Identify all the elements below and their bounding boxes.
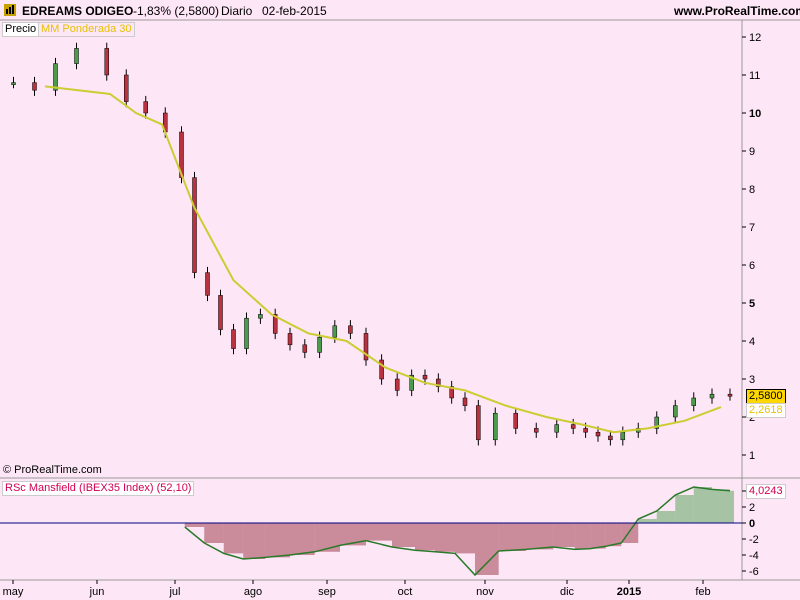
candle-body	[218, 295, 223, 330]
price-y-tick-label: 8	[749, 184, 755, 196]
candle-body	[727, 393, 733, 397]
candle-body	[570, 424, 576, 429]
candle-body	[493, 412, 498, 441]
candle-body	[192, 177, 197, 273]
candle-body	[205, 272, 210, 296]
indicator-bar	[498, 523, 526, 551]
indicator-value-box: 4,0243	[746, 484, 786, 499]
price-y-tick-label: 10	[749, 108, 761, 120]
copyright-text: © ProRealTime.com	[3, 464, 102, 476]
x-month-label: dic	[560, 586, 575, 598]
indicator-bar	[435, 523, 455, 552]
x-month-label: ago	[244, 586, 262, 598]
price-y-tick-label: 7	[749, 222, 755, 234]
indicator-bar	[590, 523, 606, 549]
indicator-y-tick-label: -2	[749, 534, 759, 546]
indicator-bar	[223, 523, 244, 554]
x-month-label: nov	[476, 586, 494, 598]
candle-body	[53, 63, 58, 91]
indicator-y-tick-label: -6	[749, 566, 759, 578]
indicator-bar	[712, 489, 730, 523]
price-y-tick-label: 1	[749, 450, 755, 462]
indicator-y-tick-label: -4	[749, 550, 759, 562]
indicator-bar	[693, 487, 712, 523]
price-y-tick-label: 9	[749, 146, 755, 158]
candle-body	[124, 74, 129, 102]
chart-canvas: 123456789101112 420-2-4-6 mayjunjulagose…	[0, 19, 800, 598]
indicator-y-tick-label: 0	[749, 518, 755, 530]
indicator-bar	[675, 495, 694, 523]
moving-average-line	[44, 85, 722, 434]
candle-body	[422, 374, 428, 380]
indicator-bar	[392, 523, 415, 547]
candle-body	[709, 393, 715, 399]
x-month-label: sep	[318, 586, 336, 598]
candle-body	[348, 325, 353, 334]
indicator-bar	[184, 523, 205, 527]
candle-body	[691, 397, 696, 406]
candle-body	[231, 329, 236, 349]
ma-legend-label: MM Ponderada 30	[38, 22, 135, 37]
candle-body	[11, 82, 16, 85]
x-month-label: jun	[89, 586, 105, 598]
candle-body	[554, 424, 559, 433]
candle-body	[332, 325, 338, 338]
candle-body	[258, 314, 263, 319]
price-y-tick-label: 4	[749, 336, 755, 348]
indicator-bar	[265, 523, 290, 558]
indicator-bar	[638, 519, 657, 523]
candle-body	[244, 317, 249, 349]
x-month-label: 2015	[617, 586, 641, 598]
price-candles	[11, 42, 733, 446]
indicator-bar	[574, 523, 591, 550]
indicator-bar	[605, 523, 622, 547]
candle-body	[534, 428, 539, 433]
candle-body	[462, 397, 468, 406]
price-y-tick-label: 11	[749, 70, 760, 82]
price-y-tick-label: 3	[749, 374, 755, 386]
indicator-bar	[415, 523, 435, 551]
ma-price-box: 2,2618	[746, 403, 786, 418]
indicator-bar	[204, 523, 224, 543]
candle-body	[317, 336, 322, 353]
indicator-legend-label: RSc Mansfield (IBEX35 Index) (52,10)	[2, 481, 195, 496]
candle-body	[394, 378, 400, 391]
candle-body	[595, 431, 601, 437]
candle-body	[32, 82, 37, 91]
x-month-label: may	[3, 586, 24, 598]
indicator-y-axis: 420-2-4-6	[742, 486, 759, 578]
price-y-tick-label: 12	[749, 32, 761, 44]
candle-body	[143, 101, 148, 114]
x-month-label: oct	[398, 586, 413, 598]
x-month-label: jul	[168, 586, 180, 598]
indicator-area	[184, 486, 734, 577]
indicator-bar	[290, 523, 315, 555]
indicator-bar	[656, 511, 676, 523]
indicator-bar	[553, 523, 575, 547]
indicator-bar	[526, 523, 554, 550]
indicator-bar	[243, 523, 266, 559]
indicator-bar	[475, 523, 499, 575]
indicator-bar	[366, 523, 392, 541]
price-y-tick-label: 5	[749, 298, 755, 310]
price-y-tick-label: 6	[749, 260, 755, 272]
candle-body	[583, 428, 588, 433]
candle-body	[74, 48, 79, 64]
candle-body	[620, 431, 626, 441]
candle-body	[673, 405, 678, 418]
x-axis: may jun jul ago sep oct nov dic 2015 feb	[3, 580, 711, 598]
last-price-box: 2,5800	[746, 389, 786, 404]
price-legend-label: Precio	[2, 22, 40, 37]
indicator-bar	[314, 523, 340, 552]
indicator-y-tick-label: 2	[749, 502, 755, 514]
candle-body	[287, 333, 293, 346]
candle-body	[476, 405, 481, 441]
candle-body	[608, 435, 613, 441]
candle-body	[302, 344, 308, 353]
candle-body	[513, 412, 518, 429]
candle-body	[104, 48, 109, 76]
x-month-label: feb	[695, 586, 710, 598]
indicator-bar	[455, 523, 475, 554]
indicator-bar	[730, 490, 734, 523]
